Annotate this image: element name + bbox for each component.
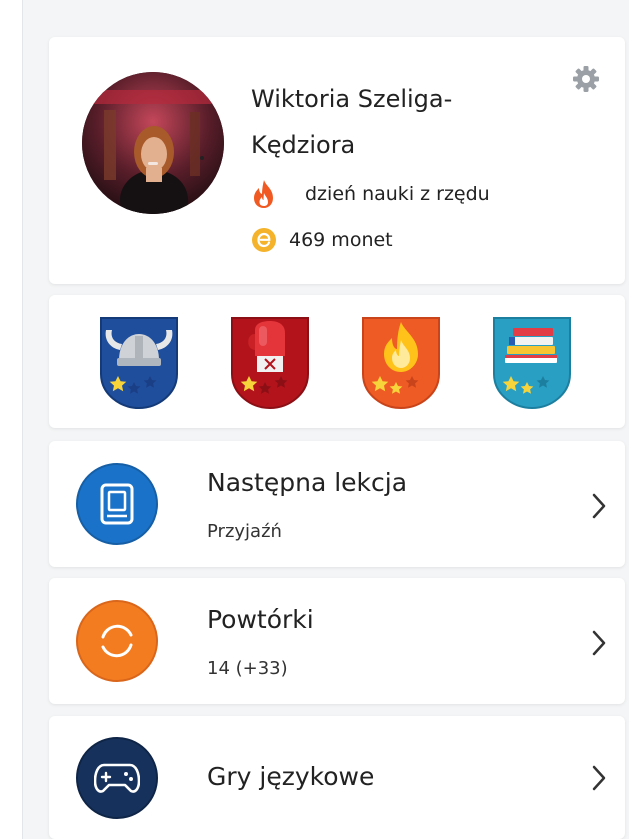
coin-icon bbox=[252, 228, 276, 252]
next-lesson-title: Następna lekcja bbox=[207, 468, 408, 497]
badges-card bbox=[49, 295, 625, 428]
chevron-right-icon bbox=[592, 765, 606, 791]
badge-books[interactable] bbox=[491, 316, 573, 410]
badge-viking-helmet[interactable] bbox=[98, 316, 180, 410]
reviews-title: Powtórki bbox=[207, 605, 314, 634]
book-icon bbox=[100, 483, 134, 525]
user-name-line1: Wiktoria Szeliga- bbox=[251, 85, 453, 113]
avatar[interactable] bbox=[82, 72, 224, 214]
chevron-right-icon bbox=[592, 630, 606, 656]
language-games-card[interactable]: Gry językowe bbox=[49, 716, 625, 839]
next-lesson-card[interactable]: Następna lekcja Przyjaźń bbox=[49, 441, 625, 567]
user-name: Wiktoria Szeliga- Kędziora bbox=[251, 76, 551, 168]
refresh-icon bbox=[101, 624, 133, 658]
streak-row: dzień nauki z rzędu bbox=[251, 179, 490, 209]
streak-label: dzień nauki z rzędu bbox=[305, 183, 490, 205]
games-icon-circle bbox=[76, 737, 158, 819]
settings-gear-icon[interactable] bbox=[571, 64, 601, 94]
reviews-count: 14 (+33) bbox=[207, 658, 288, 679]
lesson-icon-circle bbox=[76, 463, 158, 545]
gamepad-icon bbox=[94, 763, 140, 793]
app-screen: Wiktoria Szeliga- Kędziora dzień nauki z… bbox=[23, 0, 629, 839]
profile-card: Wiktoria Szeliga- Kędziora dzień nauki z… bbox=[49, 37, 625, 284]
reviews-icon-circle bbox=[76, 600, 158, 682]
coins-row: 469 monet bbox=[251, 227, 393, 253]
user-name-line2: Kędziora bbox=[251, 131, 356, 159]
games-title: Gry językowe bbox=[207, 762, 375, 791]
flame-icon bbox=[254, 180, 273, 208]
reviews-card[interactable]: Powtórki 14 (+33) bbox=[49, 578, 625, 704]
chevron-right-icon bbox=[592, 493, 606, 519]
badge-boxing-glove[interactable] bbox=[229, 316, 311, 410]
coins-label: 469 monet bbox=[289, 229, 393, 251]
avatar-photo bbox=[82, 72, 224, 214]
next-lesson-subtitle: Przyjaźń bbox=[207, 521, 282, 542]
badge-fire[interactable] bbox=[360, 316, 442, 410]
